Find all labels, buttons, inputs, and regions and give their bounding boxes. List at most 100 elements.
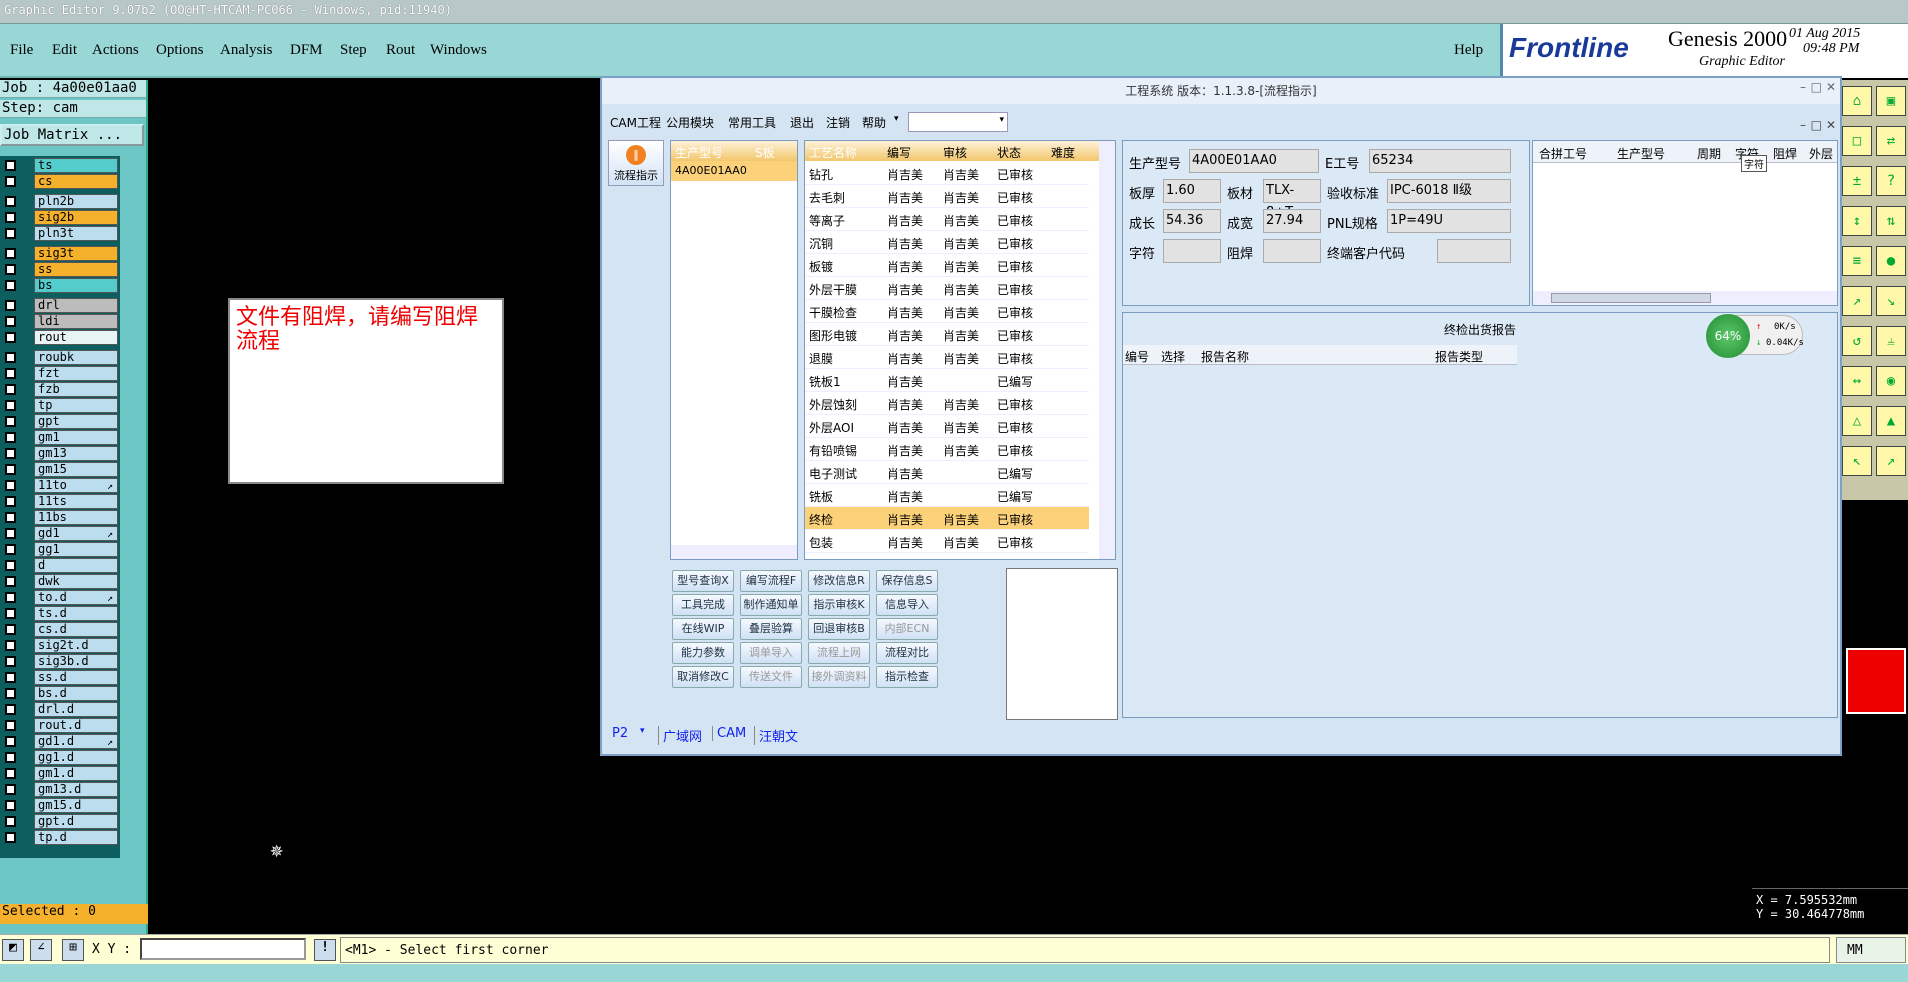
layer-row[interactable]: gpt.d: [2, 814, 118, 829]
e-field[interactable]: 65234: [1369, 149, 1511, 173]
layer-checkbox[interactable]: [5, 544, 16, 555]
window-tool-icon[interactable]: ▣: [1876, 86, 1906, 116]
layer-checkbox[interactable]: [5, 608, 16, 619]
layer-row[interactable]: 11to ↗: [2, 478, 118, 493]
layer-name[interactable]: gm1: [34, 430, 118, 445]
measure-tool-icon[interactable]: ↗: [1876, 446, 1906, 476]
pnl-field[interactable]: 1P=49U: [1387, 209, 1511, 233]
process-vscrollbar[interactable]: [1099, 141, 1115, 559]
layer-name[interactable]: ldi: [34, 314, 118, 329]
layer-checkbox[interactable]: [5, 624, 16, 635]
layer-checkbox[interactable]: [5, 352, 16, 363]
model-field[interactable]: 4A00E01AA0: [1189, 149, 1319, 173]
layer-row[interactable]: ss: [2, 262, 118, 277]
process-row[interactable]: 外层干膜 肖吉美 肖吉美 已审核: [805, 277, 1089, 300]
layer-row[interactable]: sig2b: [2, 210, 118, 225]
layer-checkbox[interactable]: [5, 832, 16, 843]
layer-row[interactable]: ldi: [2, 314, 118, 329]
menu-windows[interactable]: Windows: [430, 42, 487, 59]
layer-checkbox[interactable]: [5, 212, 16, 223]
flow-guide-button[interactable]: ‖ 流程指示: [608, 140, 664, 186]
layer-row[interactable]: drl: [2, 298, 118, 313]
mask-field[interactable]: [1263, 239, 1321, 263]
tab-p2-chevron-icon[interactable]: ▾: [640, 726, 645, 736]
layer-row[interactable]: cs.d: [2, 622, 118, 637]
action-button[interactable]: 制作通知单: [740, 594, 802, 616]
layer-name[interactable]: roubk: [34, 350, 118, 365]
process-row[interactable]: 钻孔 肖吉美 肖吉美 已审核: [805, 162, 1089, 185]
inner-close-icon[interactable]: ✕: [1826, 118, 1836, 132]
ruler-tool-icon[interactable]: ≡: [1842, 246, 1872, 276]
layer-name[interactable]: ts: [34, 158, 118, 173]
layer-checkbox[interactable]: [5, 228, 16, 239]
rotate-tool-icon[interactable]: ↺: [1842, 326, 1872, 356]
layer-row[interactable]: rout: [2, 330, 118, 345]
layer-checkbox[interactable]: [5, 720, 16, 731]
layer-row[interactable]: bs: [2, 278, 118, 293]
layer-checkbox[interactable]: [5, 464, 16, 475]
menu-help[interactable]: Help: [1454, 42, 1483, 59]
dlg-menu-common[interactable]: 公用模块: [666, 114, 714, 131]
layer-name[interactable]: 11to ↗: [34, 478, 118, 493]
process-row[interactable]: 终检 肖吉美 肖吉美 已审核: [805, 507, 1089, 530]
layer-row[interactable]: cs: [2, 174, 118, 189]
action-button[interactable]: 指示检查: [876, 666, 938, 688]
maximize-icon[interactable]: □: [1811, 74, 1822, 100]
layer-row[interactable]: 11bs: [2, 510, 118, 525]
layer-row[interactable]: to.d ↗: [2, 590, 118, 605]
layer-checkbox[interactable]: [5, 176, 16, 187]
help-tool-icon[interactable]: ?: [1876, 166, 1906, 196]
layer-name[interactable]: tp: [34, 398, 118, 413]
layer-checkbox[interactable]: [5, 656, 16, 667]
dlg-menu-tools[interactable]: 常用工具: [728, 114, 776, 131]
layer-row[interactable]: gd1.d ↗: [2, 734, 118, 749]
action-button[interactable]: 保存信息S: [876, 570, 938, 592]
layer-name[interactable]: d: [34, 558, 118, 573]
menu-rout[interactable]: Rout: [386, 42, 415, 59]
chevron-down-icon[interactable]: ▾: [894, 114, 899, 124]
tab-cam[interactable]: CAM: [712, 726, 746, 741]
layer-name[interactable]: rout: [34, 330, 118, 345]
merge-scroll-thumb[interactable]: [1551, 293, 1711, 303]
dot-tool-icon[interactable]: ●: [1876, 246, 1906, 276]
layer-checkbox[interactable]: [5, 196, 16, 207]
process-row[interactable]: 去毛刺 肖吉美 肖吉美 已审核: [805, 185, 1089, 208]
menu-step[interactable]: Step: [340, 42, 367, 59]
layer-name[interactable]: gd1 ↗: [34, 526, 118, 541]
vertical-tool-icon[interactable]: ↕: [1842, 206, 1872, 236]
process-row[interactable]: 铣板1 肖吉美 已编写: [805, 369, 1089, 392]
layer-row[interactable]: drl.d: [2, 702, 118, 717]
menu-analysis[interactable]: Analysis: [220, 42, 273, 59]
layer-checkbox[interactable]: [5, 368, 16, 379]
layer-row[interactable]: gpt: [2, 414, 118, 429]
char-field[interactable]: [1163, 239, 1221, 263]
tab-p2[interactable]: P2: [612, 726, 628, 741]
cust-field[interactable]: [1437, 239, 1511, 263]
action-button[interactable]: 叠层验算: [740, 618, 802, 640]
layer-row[interactable]: sig3t: [2, 246, 118, 261]
thick-field[interactable]: 1.60: [1163, 179, 1221, 203]
layer-checkbox[interactable]: [5, 280, 16, 291]
menu-options[interactable]: Options: [156, 42, 204, 59]
layer-name[interactable]: gm13.d: [34, 782, 118, 797]
layer-name[interactable]: sig2t.d: [34, 638, 118, 653]
layer-row[interactable]: bs.d: [2, 686, 118, 701]
layer-row[interactable]: gm13.d: [2, 782, 118, 797]
pointer-tool-icon[interactable]: ↖: [1842, 446, 1872, 476]
layer-checkbox[interactable]: [5, 528, 16, 539]
line-tool-icon[interactable]: ↗: [1842, 286, 1872, 316]
layer-name[interactable]: ss.d: [34, 670, 118, 685]
layer-row[interactable]: 11ts: [2, 494, 118, 509]
layer-checkbox[interactable]: [5, 592, 16, 603]
process-row[interactable]: 电子测试 肖吉美 已编写: [805, 461, 1089, 484]
layer-row[interactable]: fzt: [2, 366, 118, 381]
layer-name[interactable]: bs: [34, 278, 118, 293]
layer-row[interactable]: fzb: [2, 382, 118, 397]
layer-row[interactable]: dwk: [2, 574, 118, 589]
align-tool-icon[interactable]: ⇅: [1876, 206, 1906, 236]
layer-checkbox[interactable]: [5, 736, 16, 747]
layer-name[interactable]: cs: [34, 174, 118, 189]
layer-name[interactable]: fzb: [34, 382, 118, 397]
info-icon[interactable]: !: [314, 939, 336, 961]
dlg-menu-exit[interactable]: 退出: [790, 114, 814, 131]
